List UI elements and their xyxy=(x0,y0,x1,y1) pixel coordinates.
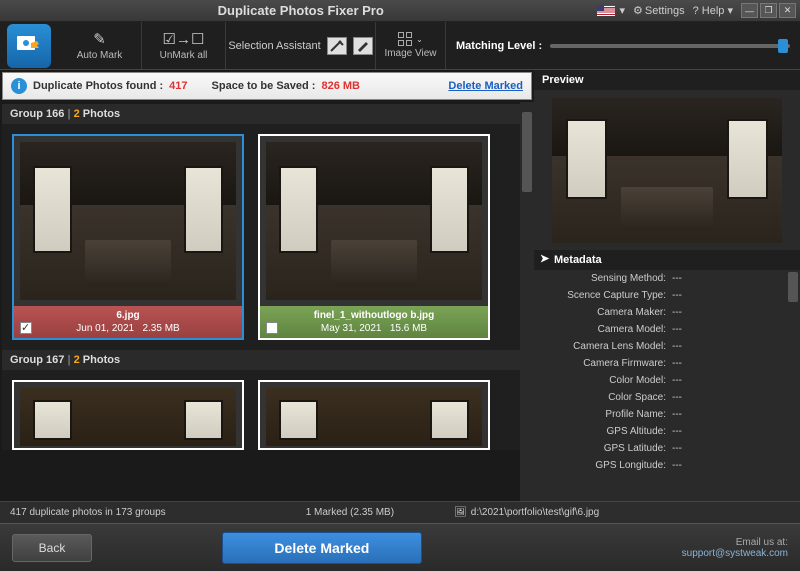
metadata-row: Sensing Method:--- xyxy=(534,270,800,287)
side-panel: Preview ➤ Metadata Sensing Method:--- Sc… xyxy=(534,70,800,501)
stats-bar: i Duplicate Photos found : 417 Space to … xyxy=(2,72,532,100)
metadata-row: GPS Altitude:--- xyxy=(534,423,800,440)
back-button[interactable]: Back xyxy=(12,534,92,562)
caption: 6.jpg Jun 01, 2021 2.35 MB xyxy=(14,306,242,338)
save-value: 826 MB xyxy=(321,80,360,92)
group-header: Group 167 | 2 Photos xyxy=(2,350,532,370)
thumbnail[interactable] xyxy=(14,136,242,306)
metadata-header: ➤ Metadata xyxy=(534,250,800,270)
statusbar: 417 duplicate photos in 173 groups 1 Mar… xyxy=(0,501,800,523)
metadata-row: GPS Longitude:--- xyxy=(534,457,800,474)
metadata-row: GPS Latitude:--- xyxy=(534,440,800,457)
selection-assistant-tool-1[interactable] xyxy=(327,37,347,55)
group-header: Group 166 | 2 Photos xyxy=(2,104,532,124)
metadata-row: Camera Maker:--- xyxy=(534,304,800,321)
selection-assistant: Selection Assistant xyxy=(226,22,376,69)
metadata-row: Scence Capture Type:--- xyxy=(534,287,800,304)
maximize-button[interactable]: ❐ xyxy=(760,3,777,18)
language-dropdown-icon[interactable]: ▾ xyxy=(619,4,625,17)
photo-card[interactable]: 6.jpg Jun 01, 2021 2.35 MB xyxy=(12,134,244,340)
photo-card[interactable] xyxy=(258,380,490,450)
support-email-address[interactable]: support@systweak.com xyxy=(682,548,788,559)
preview-header: Preview xyxy=(534,70,800,90)
grid-icon xyxy=(398,32,412,46)
metadata-row: Camera Model:--- xyxy=(534,321,800,338)
wand-icon: ✎ xyxy=(93,30,106,48)
metadata-row: Color Space:--- xyxy=(534,389,800,406)
matching-level-label: Matching Level : xyxy=(456,40,542,52)
selection-assistant-tool-2[interactable] xyxy=(353,37,373,55)
metadata-scrollbar[interactable] xyxy=(786,270,800,501)
language-flag-icon[interactable] xyxy=(597,5,615,16)
app-logo xyxy=(0,22,58,69)
support-email: Email us at: support@systweak.com xyxy=(682,537,788,559)
status-filepath: 🖼 d:\2021\portfolio\test\gif\6.jpg xyxy=(454,507,599,518)
matching-level-slider[interactable] xyxy=(550,44,790,48)
found-label: Duplicate Photos found : xyxy=(33,80,163,92)
results-panel: i Duplicate Photos found : 417 Space to … xyxy=(0,70,534,501)
preview-area xyxy=(534,90,800,250)
found-count: 417 xyxy=(169,80,187,92)
toolbar: ✎ Auto Mark ☑→☐ UnMark all Selection Ass… xyxy=(0,22,800,70)
chevron-down-icon: ⌄ xyxy=(416,35,423,44)
close-button[interactable]: ✕ xyxy=(779,3,796,18)
minimize-button[interactable]: — xyxy=(741,3,758,18)
save-label: Space to be Saved : xyxy=(212,80,316,92)
thumbnail[interactable] xyxy=(260,136,488,306)
status-marked: 1 Marked (2.35 MB) xyxy=(306,507,394,518)
help-link[interactable]: ? Help ▾ xyxy=(693,4,733,17)
checkbox[interactable] xyxy=(266,322,278,334)
status-summary: 417 duplicate photos in 173 groups xyxy=(10,507,166,518)
photo-card[interactable] xyxy=(12,380,244,450)
file-icon: 🖼 xyxy=(454,507,467,518)
photo-card[interactable]: finel_1_withoutlogo b.jpg May 31, 2021 1… xyxy=(258,134,490,340)
checkbox[interactable] xyxy=(20,322,32,334)
metadata-row: Camera Firmware:--- xyxy=(534,355,800,372)
caption: finel_1_withoutlogo b.jpg May 31, 2021 1… xyxy=(260,306,488,338)
slider-thumb[interactable] xyxy=(778,39,788,53)
image-view-button[interactable]: ⌄ Image View xyxy=(376,22,446,69)
cursor-icon: ➤ xyxy=(540,252,549,265)
metadata-row: Camera Lens Model:--- xyxy=(534,338,800,355)
info-icon: i xyxy=(11,78,27,94)
checkbox-clear-icon: ☑→☐ xyxy=(163,30,205,48)
bottombar: Back Delete Marked Email us at: support@… xyxy=(0,523,800,571)
metadata-row: Profile Name:--- xyxy=(534,406,800,423)
groups-list: Group 166 | 2 Photos 6.jpg Jun 01, 2021 … xyxy=(0,102,534,501)
filename: finel_1_withoutlogo b.jpg xyxy=(260,310,488,321)
matching-level: Matching Level : xyxy=(446,22,800,69)
delete-marked-button[interactable]: Delete Marked xyxy=(222,532,422,564)
selection-assistant-label: Selection Assistant xyxy=(228,40,320,52)
scroll-thumb[interactable] xyxy=(788,272,798,302)
preview-image xyxy=(552,98,782,243)
titlebar: Duplicate Photos Fixer Pro ▾ ⚙ Settings … xyxy=(0,0,800,22)
filename: 6.jpg xyxy=(14,310,242,321)
metadata-list: Sensing Method:--- Scence Capture Type:-… xyxy=(534,270,800,501)
delete-marked-link[interactable]: Delete Marked xyxy=(448,80,523,92)
unmarkall-button[interactable]: ☑→☐ UnMark all xyxy=(142,22,226,69)
settings-link[interactable]: Settings xyxy=(645,5,685,17)
app-title: Duplicate Photos Fixer Pro xyxy=(4,3,597,18)
scrollbar[interactable] xyxy=(520,102,534,501)
automark-button[interactable]: ✎ Auto Mark xyxy=(58,22,142,69)
scroll-thumb[interactable] xyxy=(522,112,532,192)
metadata-row: Color Model:--- xyxy=(534,372,800,389)
gear-icon: ⚙ xyxy=(633,4,643,17)
